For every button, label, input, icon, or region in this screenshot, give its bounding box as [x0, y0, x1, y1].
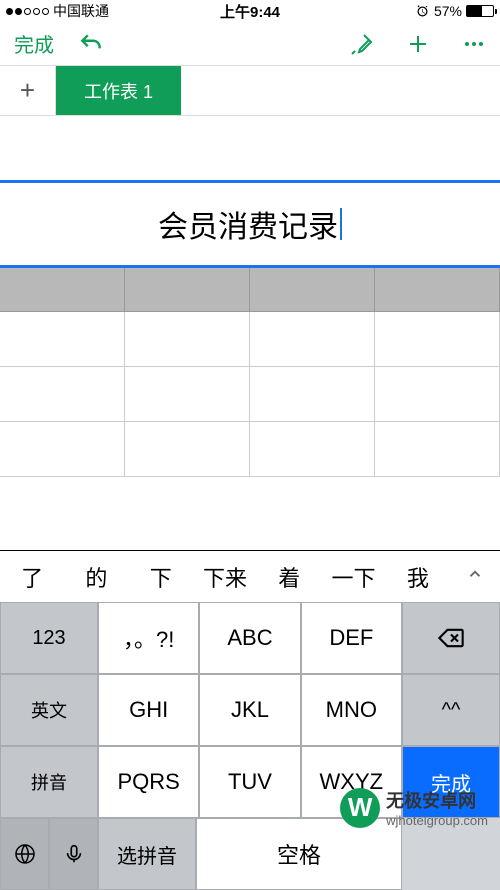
key-space[interactable]: 空格	[196, 818, 402, 890]
candidate-word[interactable]: 一下	[321, 561, 385, 593]
cell-text: 会员消费记录	[158, 202, 338, 246]
mic-icon	[63, 843, 85, 865]
key-jkl[interactable]: JKL	[199, 674, 300, 746]
merged-title-cell[interactable]: 会员消费记录	[0, 180, 500, 268]
key-english[interactable]: 英文	[0, 674, 98, 746]
key-mno[interactable]: MNO	[301, 674, 402, 746]
key-abc[interactable]: ABC	[199, 602, 300, 674]
signal-strength-icon	[6, 8, 49, 15]
toolbar: 完成	[0, 22, 500, 66]
key-ghi[interactable]: GHI	[98, 674, 199, 746]
watermark-url: wjhotelgroup.com	[386, 813, 488, 828]
watermark-title: 无极安卓网	[386, 787, 488, 813]
candidate-word[interactable]: 着	[257, 561, 321, 593]
carrier-label: 中国联通	[53, 1, 109, 21]
status-left: 中国联通	[6, 1, 109, 21]
text-cursor	[340, 208, 342, 240]
expand-candidates-icon[interactable]	[450, 565, 500, 589]
watermark-logo: W	[340, 788, 380, 828]
key-def[interactable]: DEF	[301, 602, 402, 674]
table-header-row[interactable]	[0, 268, 500, 312]
candidate-word[interactable]: 下来	[193, 561, 257, 593]
backspace-icon	[437, 624, 465, 652]
candidate-bar: 了 的 下 下来 着 一下 我	[0, 550, 500, 602]
key-backspace[interactable]	[402, 602, 500, 674]
candidate-word[interactable]: 了	[0, 561, 64, 593]
key-pqrs[interactable]: PQRS	[98, 746, 199, 818]
status-right: 57%	[415, 3, 494, 19]
table-row[interactable]	[0, 367, 500, 422]
clock: 上午9:44	[220, 1, 280, 22]
table-row[interactable]	[0, 422, 500, 477]
key-punct[interactable]: ，。?!	[98, 602, 199, 674]
format-brush-icon[interactable]	[350, 32, 374, 56]
candidate-word[interactable]: 我	[386, 561, 450, 593]
key-mic[interactable]	[49, 818, 98, 890]
add-sheet-button[interactable]: +	[0, 66, 56, 115]
key-tuv[interactable]: TUV	[199, 746, 300, 818]
key-emoji[interactable]: ^^	[402, 674, 500, 746]
more-icon[interactable]	[462, 32, 486, 56]
table-row[interactable]	[0, 312, 500, 367]
key-globe[interactable]	[0, 818, 49, 890]
watermark: W 无极安卓网 wjhotelgroup.com	[340, 787, 488, 828]
battery-percentage: 57%	[434, 3, 462, 19]
status-bar: 中国联通 上午9:44 57%	[0, 0, 500, 22]
candidate-word[interactable]: 下	[129, 561, 193, 593]
add-icon[interactable]	[406, 32, 430, 56]
key-123[interactable]: 123	[0, 602, 98, 674]
battery-icon	[466, 5, 494, 17]
keyboard: 了 的 下 下来 着 一下 我 123 ，。?! ABC DEF 英文 GHI …	[0, 516, 500, 890]
alarm-icon	[415, 4, 430, 19]
active-sheet-tab[interactable]: 工作表 1	[56, 66, 181, 115]
undo-icon[interactable]	[78, 31, 104, 57]
candidate-word[interactable]: 的	[64, 561, 128, 593]
sheet-tab-bar: + 工作表 1	[0, 66, 500, 116]
done-button[interactable]: 完成	[14, 29, 54, 58]
key-select-pinyin[interactable]: 选拼音	[98, 818, 196, 890]
spreadsheet-area[interactable]: 会员消费记录	[0, 116, 500, 477]
key-pinyin[interactable]: 拼音	[0, 746, 98, 818]
globe-icon	[13, 842, 37, 866]
